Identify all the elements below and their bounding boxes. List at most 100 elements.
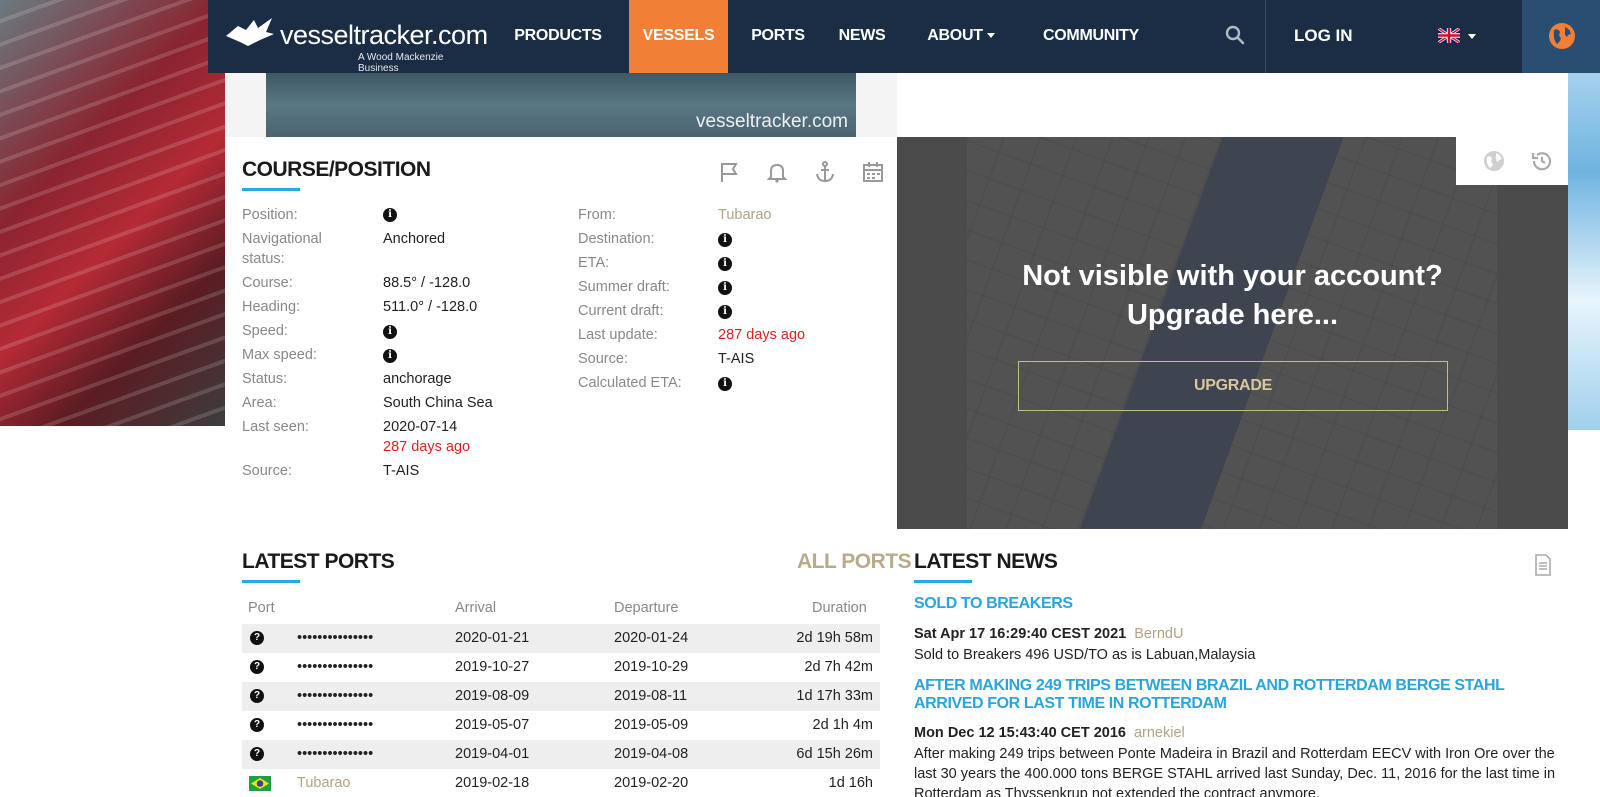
table-row[interactable]: ? ••••••••••••••• 2019-10-27 2019-10-29 … — [242, 653, 880, 682]
document-icon[interactable] — [1534, 554, 1552, 576]
col-duration: Duration — [812, 600, 867, 616]
nav-status-label: Navigational status: — [242, 231, 322, 267]
nav-ports[interactable]: PORTS — [738, 0, 818, 73]
info-icon[interactable]: i — [383, 349, 397, 363]
map-globe-icon[interactable] — [1482, 149, 1506, 173]
nav-status-value: Anchored — [383, 231, 446, 247]
source-label-right: Source: — [578, 351, 628, 367]
duration: 1d 16h — [828, 775, 873, 791]
all-ports-link[interactable]: ALL PORTS — [797, 550, 912, 574]
globe-button[interactable] — [1522, 0, 1600, 73]
unknown-flag-icon: ? — [250, 747, 264, 761]
unknown-flag-icon: ? — [250, 660, 264, 674]
news-date: Sat Apr 17 16:29:40 CEST 2021 — [914, 626, 1127, 642]
course-position-title: COURSE/POSITION — [242, 158, 431, 181]
news-body: After making 249 trips between Ponte Mad… — [914, 746, 1556, 797]
table-row[interactable]: ? ••••••••••••••• 2019-04-01 2019-04-08 … — [242, 740, 880, 769]
last-update-label: Last update: — [578, 327, 658, 343]
language-chevron-down-icon[interactable] — [1468, 34, 1476, 39]
upgrade-message: Not visible with your account? Upgrade h… — [897, 257, 1568, 335]
status-value: anchorage — [383, 371, 452, 387]
eagle-logo-icon — [226, 18, 274, 46]
globe-icon — [1549, 23, 1575, 49]
col-departure: Departure — [614, 600, 679, 616]
destination-label: Destination: — [578, 231, 655, 247]
port-name: ••••••••••••••• — [297, 659, 374, 675]
nav-about[interactable]: ABOUT — [911, 0, 1011, 73]
news-author[interactable]: arnekiel — [1134, 725, 1185, 741]
table-row[interactable]: ? ••••••••••••••• 2019-05-07 2019-05-09 … — [242, 711, 880, 740]
arrival: 2019-04-01 — [455, 746, 530, 762]
nav-divider — [1265, 0, 1266, 73]
anchor-icon[interactable] — [813, 160, 837, 184]
position-label: Position: — [242, 207, 298, 223]
info-icon[interactable]: i — [718, 281, 732, 295]
news-author[interactable]: BerndU — [1134, 626, 1183, 642]
port-name: ••••••••••••••• — [297, 717, 374, 733]
table-row[interactable]: ? ••••••••••••••• 2020-01-21 2020-01-24 … — [242, 624, 880, 653]
course-label: Course: — [242, 275, 293, 291]
departure: 2019-04-08 — [614, 746, 689, 762]
nav-vessels-label: VESSELS — [642, 27, 715, 44]
map-toolbar — [1456, 137, 1568, 185]
news-headline[interactable]: AFTER MAKING 249 TRIPS BETWEEN BRAZIL AN… — [914, 677, 1554, 713]
news-body: Sold to Breakers 496 USD/TO as is Labuan… — [914, 647, 1256, 663]
uk-flag-icon[interactable] — [1438, 28, 1460, 43]
background-ship-image — [0, 0, 225, 426]
info-icon[interactable]: i — [718, 305, 732, 319]
area-value: South China Sea — [383, 395, 493, 411]
nav-about-label: ABOUT — [927, 27, 983, 44]
table-row[interactable]: ? ••••••••••••••• 2019-08-09 2019-08-11 … — [242, 682, 880, 711]
speed-label: Speed: — [242, 323, 288, 339]
title-underline — [242, 580, 300, 583]
login-link[interactable]: LOG IN — [1294, 0, 1353, 73]
nav-vessels[interactable]: VESSELS — [629, 0, 728, 73]
from-value[interactable]: Tubarao — [718, 205, 771, 225]
vessel-photo[interactable]: vesseltracker.com — [266, 73, 856, 137]
nav-news[interactable]: NEWS — [825, 0, 899, 73]
table-row[interactable]: Tubarao 2019-02-18 2019-02-20 1d 16h — [242, 769, 880, 797]
info-icon[interactable]: i — [718, 377, 732, 391]
history-icon[interactable] — [1530, 149, 1554, 173]
nav-news-label: NEWS — [838, 27, 886, 44]
nav-products-label: PRODUCTS — [514, 27, 602, 44]
arrival: 2019-02-18 — [455, 775, 530, 791]
arrival: 2019-10-27 — [455, 659, 530, 675]
upgrade-button[interactable]: UPGRADE — [1018, 361, 1448, 411]
logo-subtitle: A Wood Mackenzie Business — [358, 52, 444, 74]
port-name: ••••••••••••••• — [297, 746, 374, 762]
news-headline[interactable]: SOLD TO BREAKERS — [914, 595, 1554, 613]
info-icon[interactable]: i — [718, 233, 732, 247]
flag-icon[interactable] — [717, 160, 741, 184]
departure: 2020-01-24 — [614, 630, 689, 646]
info-icon[interactable]: i — [718, 257, 732, 271]
duration: 2d 7h 42m — [804, 659, 873, 675]
news-date: Mon Dec 12 15:43:40 CET 2016 — [914, 725, 1126, 741]
nav-community-label: COMMUNITY — [1043, 27, 1139, 44]
duration: 6d 15h 26m — [796, 746, 873, 762]
unknown-flag-icon: ? — [250, 631, 264, 645]
top-navigation-bar: vesseltracker.com A Wood Mackenzie Busin… — [208, 0, 1600, 74]
status-label: Status: — [242, 371, 288, 387]
nav-products[interactable]: PRODUCTS — [508, 0, 608, 73]
vessel-map[interactable]: Not visible with your account? Upgrade h… — [897, 137, 1568, 529]
source-label: Source: — [242, 463, 292, 479]
calendar-icon[interactable] — [861, 160, 885, 184]
site-logo[interactable]: vesseltracker.com A Wood Mackenzie Busin… — [224, 14, 488, 74]
max-speed-label: Max speed: — [242, 347, 317, 363]
nav-community[interactable]: COMMUNITY — [1026, 0, 1156, 73]
latest-ports-title: LATEST PORTS — [242, 550, 395, 573]
info-icon[interactable]: i — [383, 325, 397, 339]
port-name[interactable]: Tubarao — [297, 775, 350, 791]
search-icon[interactable] — [1224, 24, 1246, 46]
duration: 2d 1h 4m — [812, 717, 873, 733]
unknown-flag-icon: ? — [250, 689, 264, 703]
bell-icon[interactable] — [765, 160, 789, 184]
heading-value: 511.0° / -128.0 — [383, 299, 478, 315]
brazil-flag-icon — [249, 776, 271, 791]
info-icon[interactable]: i — [383, 208, 397, 222]
chevron-down-icon — [986, 33, 995, 39]
arrival: 2020-01-21 — [455, 630, 530, 646]
departure: 2019-02-20 — [614, 775, 689, 791]
calculated-eta-label: Calculated ETA: — [578, 375, 682, 391]
